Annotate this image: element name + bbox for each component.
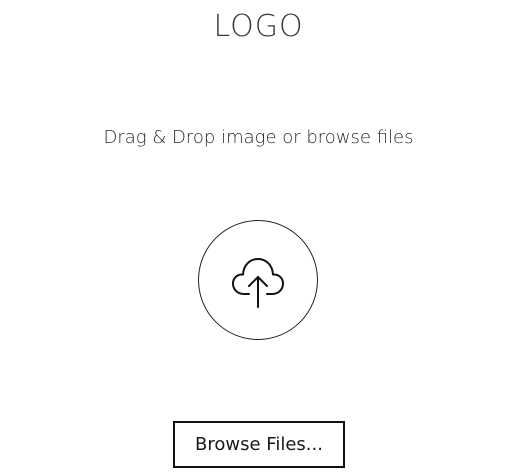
logo: LOGO	[213, 9, 304, 44]
browse-files-button[interactable]: Browse Files...	[173, 421, 345, 468]
cloud-upload-icon	[232, 258, 284, 308]
upload-dropzone[interactable]	[198, 220, 318, 340]
dropzone-instruction: Drag & Drop image or browse files	[103, 127, 414, 148]
